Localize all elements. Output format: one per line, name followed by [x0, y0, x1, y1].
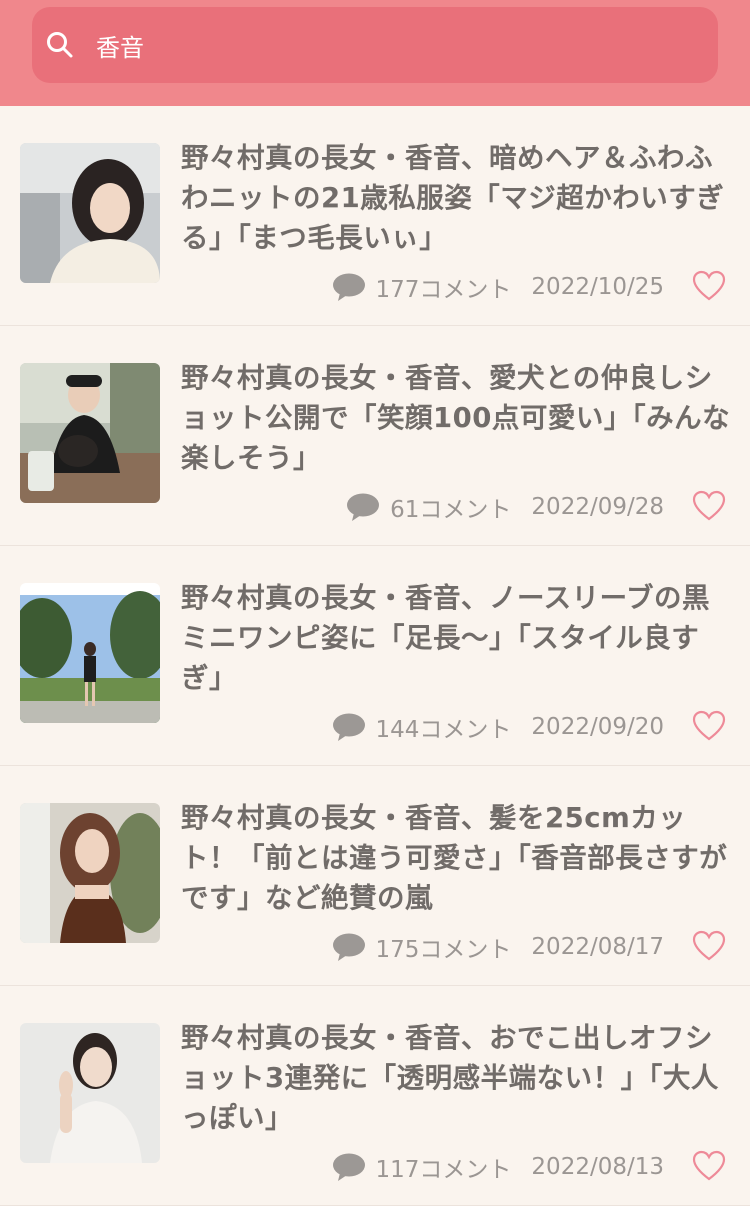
article-title[interactable]: 野々村真の長女・香音、髪を25cmカット！「前とは違う可愛さ」「香音部長さすがで… — [181, 798, 731, 918]
article-item[interactable]: 野々村真の長女・香音、おでこ出しオフショット3連発に「透明感半端ない！」「大人っ… — [0, 986, 750, 1206]
article-item[interactable]: 野々村真の長女・香音、髪を25cmカット！「前とは違う可愛さ」「香音部長さすがで… — [0, 766, 750, 986]
article-meta: 144コメント 2022/09/20 — [332, 710, 664, 744]
comment-icon — [332, 273, 365, 301]
article-list: 野々村真の長女・香音、暗めヘア＆ふわふわニットの21歳私服姿「マジ超かわいすぎる… — [0, 106, 750, 1206]
article-title[interactable]: 野々村真の長女・香音、おでこ出しオフショット3連発に「透明感半端ない！」「大人っ… — [181, 1018, 731, 1138]
article-item[interactable]: 野々村真の長女・香音、ノースリーブの黒ミニワンピ姿に「足長〜」「スタイル良すぎ」… — [0, 546, 750, 766]
comment-count: 177コメント — [375, 277, 512, 303]
search-bar[interactable] — [32, 7, 718, 83]
article-thumbnail[interactable] — [20, 143, 160, 283]
article-date: 2022/09/28 — [531, 494, 664, 520]
comment-icon — [332, 713, 365, 741]
search-icon — [47, 32, 73, 58]
article-date: 2022/09/20 — [531, 714, 664, 740]
article-title[interactable]: 野々村真の長女・香音、愛犬との仲良しショット公開で「笑顔100点可愛い」「みんな… — [181, 358, 731, 478]
heart-icon[interactable] — [692, 270, 726, 302]
article-title[interactable]: 野々村真の長女・香音、暗めヘア＆ふわふわニットの21歳私服姿「マジ超かわいすぎる… — [181, 138, 731, 258]
comment-icon — [347, 493, 380, 521]
article-date: 2022/08/13 — [531, 1154, 664, 1180]
comment-icon — [332, 1153, 365, 1181]
article-item[interactable]: 野々村真の長女・香音、愛犬との仲良しショット公開で「笑顔100点可愛い」「みんな… — [0, 326, 750, 546]
comment-count: 175コメント — [375, 937, 512, 963]
comment-count: 117コメント — [375, 1157, 512, 1183]
article-item[interactable]: 野々村真の長女・香音、暗めヘア＆ふわふわニットの21歳私服姿「マジ超かわいすぎる… — [0, 106, 750, 326]
heart-icon[interactable] — [692, 930, 726, 962]
app-header — [0, 0, 750, 106]
article-date: 2022/10/25 — [531, 274, 664, 300]
heart-icon[interactable] — [692, 490, 726, 522]
article-meta: 175コメント 2022/08/17 — [332, 930, 664, 964]
article-date: 2022/08/17 — [531, 934, 664, 960]
article-meta: 117コメント 2022/08/13 — [332, 1150, 664, 1184]
comment-count: 61コメント — [390, 497, 512, 523]
heart-icon[interactable] — [692, 1150, 726, 1182]
comment-icon — [332, 933, 365, 961]
search-input[interactable] — [96, 29, 696, 61]
article-title[interactable]: 野々村真の長女・香音、ノースリーブの黒ミニワンピ姿に「足長〜」「スタイル良すぎ」 — [181, 578, 731, 698]
comment-count: 144コメント — [375, 717, 512, 743]
article-thumbnail[interactable] — [20, 583, 160, 723]
article-thumbnail[interactable] — [20, 1023, 160, 1163]
article-meta: 177コメント 2022/10/25 — [332, 270, 664, 304]
article-thumbnail[interactable] — [20, 803, 160, 943]
article-thumbnail[interactable] — [20, 363, 160, 503]
article-meta: 61コメント 2022/09/28 — [346, 490, 664, 524]
heart-icon[interactable] — [692, 710, 726, 742]
